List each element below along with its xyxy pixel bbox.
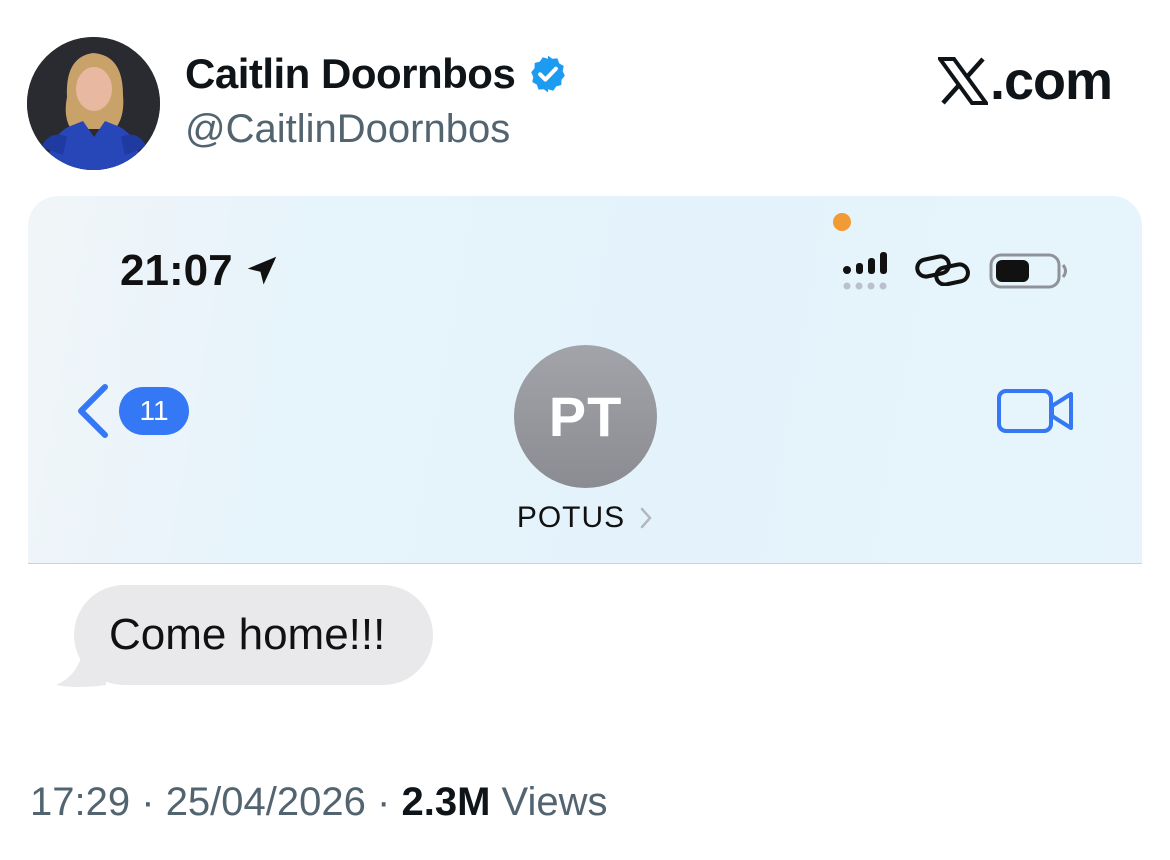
contact-initials: PT bbox=[548, 385, 623, 448]
back-button[interactable]: 11 bbox=[73, 381, 189, 441]
phone-screenshot[interactable]: 21:07 11 PT POTUS bbox=[28, 196, 1142, 564]
author-name-text: Caitlin Doornbos bbox=[185, 50, 516, 97]
tweet-date[interactable]: 25/04/2026 bbox=[166, 780, 366, 824]
brand-text: .com bbox=[989, 51, 1113, 111]
meta-separator: · bbox=[141, 780, 155, 824]
author-photo bbox=[27, 37, 160, 170]
cellular-signal-icon bbox=[843, 252, 887, 290]
author-display-name[interactable]: Caitlin Doornbos bbox=[185, 50, 569, 98]
meta-separator: · bbox=[377, 780, 391, 824]
screenshot-divider bbox=[28, 563, 1142, 564]
unread-count-badge: 11 bbox=[119, 387, 189, 435]
status-time-text: 21:07 bbox=[120, 246, 233, 295]
x-logo-icon bbox=[937, 57, 988, 105]
message-bubble: Come home!!! bbox=[74, 585, 434, 685]
brand-watermark: .com bbox=[937, 50, 1113, 112]
contact-name-button[interactable]: POTUS bbox=[28, 501, 1142, 535]
contact-avatar[interactable]: PT bbox=[514, 345, 657, 488]
mic-indicator-dot bbox=[833, 213, 851, 231]
link-icon bbox=[915, 254, 970, 286]
location-arrow-icon bbox=[247, 256, 276, 285]
contact-name-text: POTUS bbox=[516, 501, 626, 534]
video-camera-icon[interactable] bbox=[996, 386, 1076, 436]
verified-badge-icon bbox=[531, 55, 566, 93]
views-label: Views bbox=[501, 780, 608, 824]
message-text: Come home!!! bbox=[109, 610, 386, 659]
chevron-right-icon bbox=[640, 507, 652, 529]
author-avatar[interactable] bbox=[27, 37, 160, 170]
tweet-meta: 17:29 · 25/04/2026 · 2.3M Views bbox=[30, 780, 608, 825]
views-count[interactable]: 2.3M bbox=[401, 780, 490, 824]
received-message[interactable]: Come home!!! bbox=[56, 585, 434, 687]
status-time: 21:07 bbox=[120, 246, 281, 296]
tweet-time[interactable]: 17:29 bbox=[30, 780, 130, 824]
chevron-left-icon bbox=[78, 384, 108, 438]
author-handle[interactable]: @CaitlinDoornbos bbox=[185, 107, 510, 152]
battery-icon bbox=[989, 253, 1067, 289]
